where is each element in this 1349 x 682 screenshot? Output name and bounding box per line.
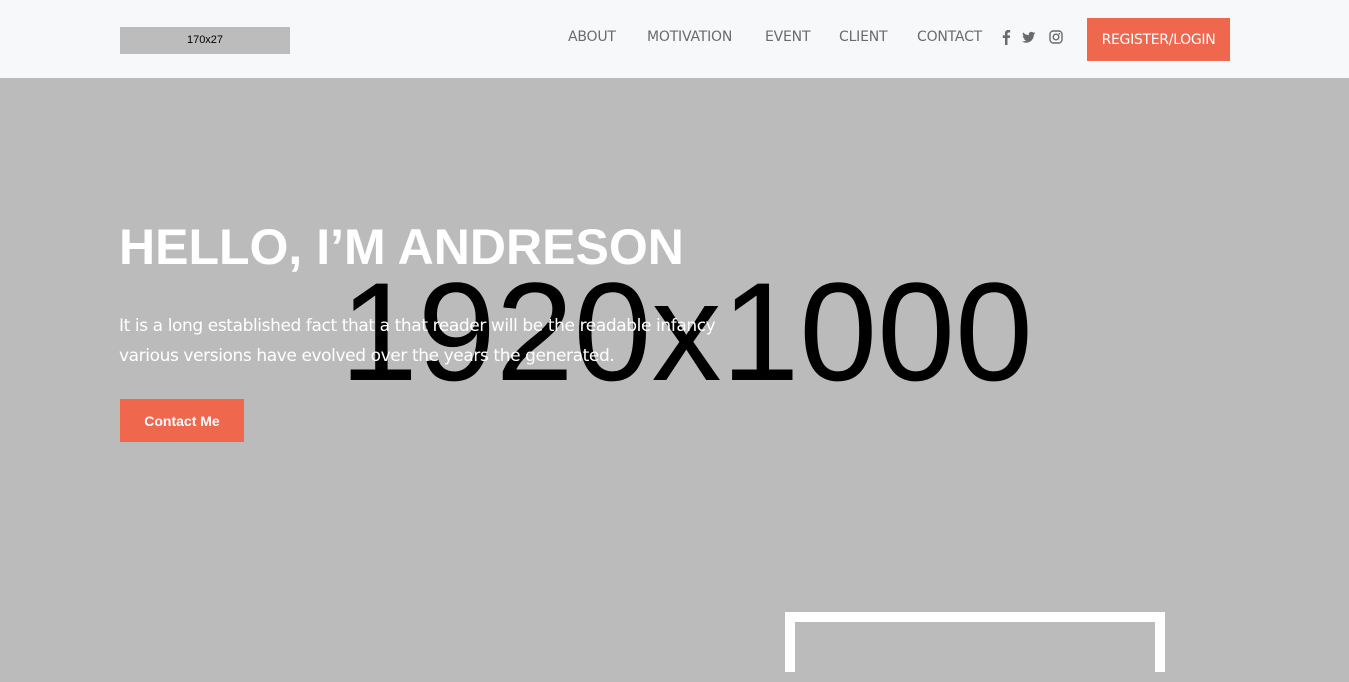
nav-link-motivation[interactable]: MOTIVATION <box>647 29 732 45</box>
hero-description: It is a long established fact that a tha… <box>119 316 716 366</box>
image-frame-inner <box>795 622 1155 682</box>
hero-title: HELLO, I’M ANDRESON <box>119 219 684 275</box>
register-login-button[interactable]: REGISTER/LOGIN <box>1087 18 1230 61</box>
nav-link-contact[interactable]: CONTACT <box>917 29 982 45</box>
nav-link-about[interactable]: ABOUT <box>568 29 616 45</box>
facebook-icon[interactable] <box>1000 29 1014 45</box>
logo[interactable]: 170x27 <box>120 27 290 54</box>
nav-link-event[interactable]: EVENT <box>765 29 810 45</box>
site-header: 170x27 ABOUT MOTIVATION EVENT CLIENT CON… <box>0 0 1349 78</box>
twitter-icon[interactable] <box>1022 29 1036 45</box>
image-frame <box>785 612 1165 682</box>
nav-link-client[interactable]: CLIENT <box>839 29 888 45</box>
instagram-icon[interactable] <box>1049 29 1063 45</box>
contact-me-button[interactable]: Contact Me <box>120 399 244 442</box>
